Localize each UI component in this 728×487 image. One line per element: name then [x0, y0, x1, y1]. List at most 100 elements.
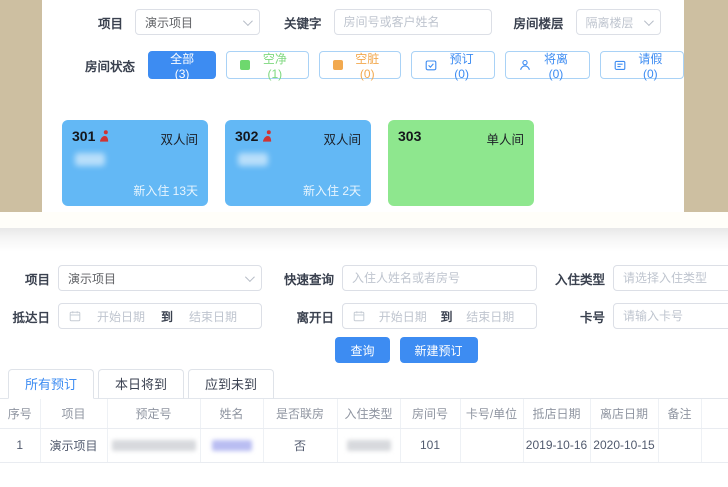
card-number-input[interactable] — [613, 303, 728, 329]
calendar-icon — [353, 310, 365, 322]
column-header: 姓名 — [200, 399, 263, 428]
table-row: 1演示项目否1012019-10-162020-10-15 — [0, 428, 728, 462]
side-strip-right — [684, 0, 728, 212]
project-select[interactable]: 演示项目 — [58, 265, 262, 291]
floor-label: 房间楼层 — [514, 13, 564, 32]
floor-select[interactable]: 隔离楼层 — [576, 9, 661, 35]
cell-card-unit — [460, 428, 523, 462]
table-header-row: 序号项目预定号姓名是否联房入住类型房间号卡号/单位抵店日期离店日期备注 — [0, 399, 728, 428]
redacted-value — [212, 440, 252, 451]
room-card-header: 301 双人间 — [72, 128, 198, 148]
column-header: 离店日期 — [590, 399, 658, 428]
room-filter-row: 项目 演示项目 关键字 房间楼层 隔离楼层 — [42, 0, 684, 35]
room-type: 单人间 — [486, 128, 524, 148]
reservation-tabs: 所有预订本日将到应到未到 — [0, 363, 728, 399]
start-date-placeholder: 开始日期 — [367, 308, 439, 325]
status-filter-label: 请假 (0) — [631, 50, 670, 81]
guest-name-redacted — [75, 153, 105, 166]
cell-arrival-date: 2019-10-16 — [523, 428, 590, 462]
departure-date-range-picker[interactable]: 开始日期 到 结束日期 — [342, 303, 537, 329]
room-card-header: 303单人间 — [398, 128, 524, 148]
tab-expected-not-arrived[interactable]: 应到未到 — [188, 369, 274, 399]
status-filter-vacant-dirty-button[interactable]: 空脏 (0) — [319, 51, 401, 79]
status-filter-vacant-clean-button[interactable]: 空净 (1) — [226, 51, 308, 79]
dirty-swatch-icon — [333, 60, 343, 70]
end-date-placeholder: 结束日期 — [175, 308, 251, 325]
status-filter-label: 将离 (0) — [536, 50, 575, 81]
tab-all-reservations[interactable]: 所有预订 — [8, 369, 94, 399]
section-shadow — [0, 228, 728, 256]
redacted-value — [112, 440, 196, 451]
keyword-input[interactable] — [334, 9, 492, 35]
column-header-empty — [701, 399, 728, 428]
cell-project: 演示项目 — [40, 428, 107, 462]
cell-room-no: 101 — [400, 428, 460, 462]
chevron-down-icon — [644, 16, 654, 26]
start-date-placeholder: 开始日期 — [83, 308, 159, 325]
person-icon — [519, 59, 531, 71]
guest-name-redacted — [238, 153, 268, 166]
status-filter-reserved-button[interactable]: 预订 (0) — [411, 51, 495, 79]
arrival-date-range-picker[interactable]: 开始日期 到 结束日期 — [58, 303, 262, 329]
column-header: 是否联房 — [263, 399, 337, 428]
redacted-value — [347, 440, 391, 451]
end-date-placeholder: 结束日期 — [455, 308, 527, 325]
table-body: 1演示项目否1012019-10-162020-10-15 — [0, 428, 728, 462]
side-strip-left — [0, 0, 42, 212]
project-label: 项目 — [98, 13, 123, 32]
occupant-icon — [100, 130, 111, 142]
arrival-date-label: 抵达日 — [0, 307, 50, 326]
column-header: 预定号 — [107, 399, 200, 428]
calendar-icon — [69, 310, 81, 322]
project-select-value: 演示项目 — [68, 270, 116, 287]
room-type: 双人间 — [160, 128, 198, 148]
keyword-label: 关键字 — [284, 13, 322, 32]
section-gap — [0, 212, 728, 228]
tab-arriving-today[interactable]: 本日将到 — [98, 369, 184, 399]
new-reservation-button[interactable]: 新建预订 — [400, 337, 478, 363]
quick-search-input[interactable] — [342, 265, 537, 291]
status-filter-departing-button[interactable]: 将离 (0) — [505, 51, 589, 79]
floor-select-placeholder: 隔离楼层 — [586, 14, 634, 31]
clean-swatch-icon — [240, 60, 250, 70]
room-status-filter-row: 房间状态 全部 (3) 空净 (1) 空脏 (0) 预订 (0) 将离 (0) 请假 (0… — [42, 51, 684, 79]
checkin-type-label: 入住类型 — [549, 269, 605, 288]
column-header: 项目 — [40, 399, 107, 428]
chevron-down-icon — [245, 272, 255, 282]
occupant-icon — [263, 130, 274, 142]
status-filter-label: 预订 (0) — [442, 50, 481, 81]
room-card-301[interactable]: 301 双人间新入住 13天 — [62, 120, 208, 206]
cell-departure-date: 2020-10-15 — [590, 428, 658, 462]
project-label: 项目 — [0, 269, 50, 288]
room-card-302[interactable]: 302双人间新入住 2天 — [225, 120, 371, 206]
status-filter-label: 全部 (3) — [162, 50, 202, 81]
room-card-grid: 301双人间新入住 13天302双人间新入住 2天303单人间 — [42, 79, 684, 206]
cell-checkin-type — [337, 428, 400, 462]
room-card-303[interactable]: 303单人间 — [388, 120, 534, 206]
column-header: 抵店日期 — [523, 399, 590, 428]
status-filter-on-leave-button[interactable]: 请假 (0) — [600, 51, 684, 79]
room-card-header: 302 双人间 — [235, 128, 361, 148]
project-select-value: 演示项目 — [145, 14, 193, 31]
room-number: 302 — [235, 128, 274, 144]
status-filter-label: 空脏 (0) — [348, 50, 387, 81]
cell-seq: 1 — [0, 428, 40, 462]
room-type: 双人间 — [323, 128, 361, 148]
reservation-table: 序号项目预定号姓名是否联房入住类型房间号卡号/单位抵店日期离店日期备注 1演示项… — [0, 399, 728, 463]
project-select[interactable]: 演示项目 — [135, 9, 260, 35]
room-stay-note: 新入住 13天 — [133, 182, 198, 199]
date-range-to-label: 到 — [159, 308, 175, 325]
status-filter-all-button[interactable]: 全部 (3) — [148, 51, 216, 79]
room-status-section: 项目 演示项目 关键字 房间楼层 隔离楼层 房间状态 全部 (3) 空净 (1) 空… — [0, 0, 728, 212]
query-button[interactable]: 查询 — [335, 337, 389, 363]
reservation-filter-row-2: 抵达日 开始日期 到 结束日期 离开日 开始日期 到 结束日期 卡号 — [0, 303, 728, 329]
checkin-type-select[interactable] — [613, 265, 728, 291]
room-status-filters: 全部 (3) 空净 (1) 空脏 (0) 预订 (0) 将离 (0) 请假 (0) — [148, 51, 684, 79]
column-header: 备注 — [658, 399, 701, 428]
cell-extra — [701, 428, 728, 462]
room-number: 301 — [72, 128, 111, 144]
status-filter-label: 空净 (1) — [255, 50, 294, 81]
room-status-label: 房间状态 — [85, 56, 135, 75]
cell-reservation-no — [107, 428, 200, 462]
departure-date-label: 离开日 — [274, 307, 334, 326]
